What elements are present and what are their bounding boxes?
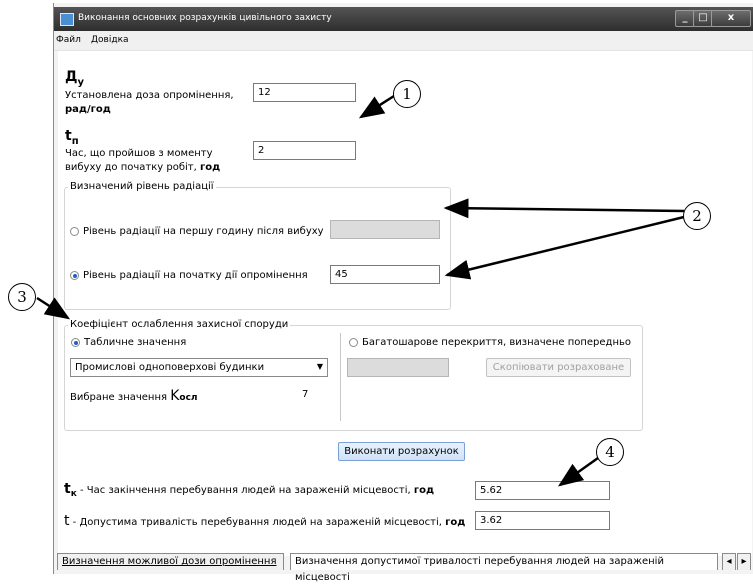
callout-2: 2 (683, 202, 711, 230)
arrow-4 (557, 456, 599, 487)
callout-3: 3 (8, 283, 36, 311)
callout-1: 1 (393, 80, 421, 108)
annotation-arrows (36, 94, 685, 487)
arrow-3 (36, 296, 71, 320)
arrow-1 (358, 94, 395, 119)
arrow-2b (444, 215, 685, 280)
arrow-2a (443, 198, 685, 219)
callout-4: 4 (596, 438, 624, 466)
